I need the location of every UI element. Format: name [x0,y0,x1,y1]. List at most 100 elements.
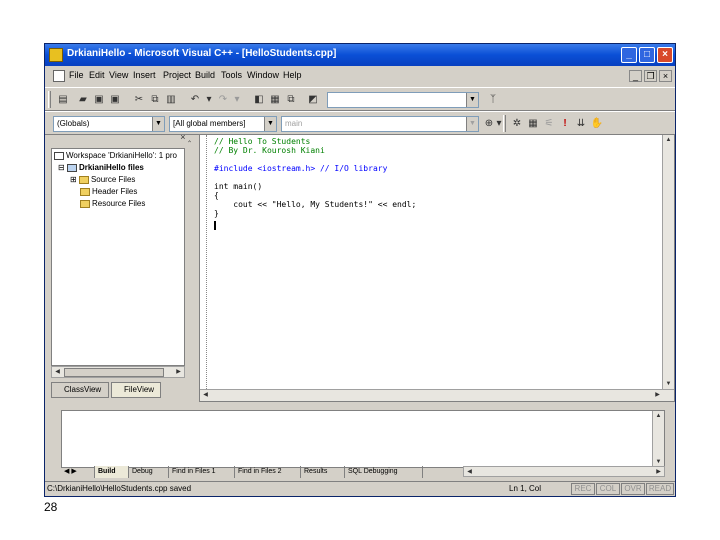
members-combo-value: [All global members] [173,119,246,128]
output-tabs: ◀ ▶ Build Debug Find in Files 1 Find in … [61,466,461,478]
scroll-up-icon[interactable]: ▲ [653,411,664,421]
cut-icon[interactable]: ✂ [131,92,147,107]
minimize-button[interactable]: _ [621,47,637,63]
folder-icon [78,175,89,184]
stop-build-icon[interactable]: ⚟ [541,116,557,131]
scroll-left-icon[interactable]: ◀ [464,467,475,477]
code-line: int main() [214,182,263,191]
scrollbar-thumb[interactable] [64,368,164,377]
workspace-toggle-icon[interactable]: ◧ [251,92,267,107]
new-file-icon[interactable]: ▤ [55,92,71,107]
scroll-right-icon[interactable]: ▶ [652,390,663,400]
go-icon[interactable]: ⇊ [573,116,589,131]
find-icon[interactable]: ᛉ [485,92,501,107]
document-icon[interactable] [53,70,65,82]
window-list-icon[interactable]: ⧉ [283,92,299,107]
scroll-down-icon[interactable]: ▼ [663,379,674,389]
title-bar[interactable]: DrkianiHello - Microsoft Visual C++ - [H… [45,44,675,66]
menu-project[interactable]: Project [163,70,191,80]
tab-classview[interactable]: ClassView [51,382,109,398]
tab-sql-debugging[interactable]: SQL Debugging [345,466,423,478]
tab-find-in-files-1[interactable]: Find in Files 1 [169,466,235,478]
mdi-minimize-button[interactable]: _ [629,70,642,82]
tab-find-in-files-2[interactable]: Find in Files 2 [235,466,301,478]
close-button[interactable]: × [657,47,673,63]
workspace-horizontal-scrollbar[interactable]: ◀ ▶ [51,366,185,378]
read-indicator: READ [646,483,674,495]
chevron-down-icon[interactable]: ▼ [466,117,478,131]
menu-window[interactable]: Window [247,70,279,80]
editor-vertical-scrollbar[interactable]: ▲ ▼ [662,135,674,391]
slide-number: 28 [44,500,58,514]
maximize-button[interactable]: □ [639,47,655,63]
tree-item-resource-files[interactable]: Resource Files [80,199,145,208]
code-editor[interactable]: // Hello To Students // By Dr. Kourosh K… [199,134,675,402]
scroll-left-icon[interactable]: ◀ [200,390,211,400]
scroll-right-icon[interactable]: ▶ [173,367,184,377]
tree-item-header-files[interactable]: Header Files [80,187,137,196]
code-line: // Hello To Students [214,137,311,146]
compile-icon[interactable]: ✲ [509,116,525,131]
tab-label: FileView [124,385,155,394]
scroll-left-icon[interactable]: ◀ [52,367,63,377]
status-message: C:\DrkianiHello\HelloStudents.cpp saved [47,484,192,493]
chevron-down-icon[interactable]: ▼ [264,117,276,131]
output-horizontal-scrollbar[interactable]: ◀ ▶ [463,466,665,477]
mdi-close-button[interactable]: × [659,70,672,82]
standard-toolbar: ▤ ▰ ▣ ▣ ✂ ⧉ ▥ ↶ ▾ ↷ ▾ ◧ ▦ ⧉ ◩ ▼ ᛉ [45,87,675,111]
tab-label: ClassView [64,385,102,394]
members-combo[interactable]: [All global members] ▼ [169,116,277,132]
save-all-icon[interactable]: ▣ [107,92,123,107]
output-vertical-scrollbar[interactable]: ▲ ▼ [652,411,664,467]
workspace-icon [54,151,64,160]
menu-file[interactable]: File [69,70,84,80]
toolbar-grip[interactable] [503,115,506,132]
copy-icon[interactable]: ⧉ [147,92,163,107]
workspace-close-icon[interactable]: × ‸ [180,132,191,143]
status-bar: C:\DrkianiHello\HelloStudents.cpp saved … [45,481,675,496]
menu-insert[interactable]: Insert [133,70,156,80]
tree-item-label: Workspace 'DrkianiHello': 1 pro [66,151,177,160]
breakpoint-icon[interactable]: ✋ [589,116,605,131]
output-window[interactable]: ▲ ▼ [61,410,665,468]
collapse-icon[interactable]: ⊟ [58,163,67,172]
workspace-tree: Workspace 'DrkianiHello': 1 pro ⊟ Drkian… [51,148,185,366]
save-icon[interactable]: ▣ [91,92,107,107]
paste-icon[interactable]: ▥ [163,92,179,107]
function-combo-value: main [285,119,303,128]
redo-dropdown-icon[interactable]: ▾ [229,92,245,107]
tab-results[interactable]: Results [301,466,345,478]
tree-item-workspace[interactable]: Workspace 'DrkianiHello': 1 pro [54,151,177,160]
code-line: // By Dr. Kourosh Kiani [214,146,325,155]
toolbar-grip[interactable] [48,91,51,108]
tree-item-project[interactable]: ⊟ DrkianiHello files [58,163,144,172]
find-combo[interactable]: ▼ [327,92,479,108]
find-in-files-icon[interactable]: ◩ [305,92,321,107]
scope-combo[interactable]: (Globals) ▼ [53,116,165,132]
tab-scroll-arrows[interactable]: ◀ ▶ [61,466,95,478]
expand-icon[interactable]: ⊞ [70,175,79,184]
menu-bar: File Edit View Insert Project Build Tool… [45,67,675,85]
execute-icon[interactable]: ! [557,116,573,131]
chevron-down-icon[interactable]: ▼ [152,117,164,131]
tab-debug[interactable]: Debug [129,466,169,478]
open-folder-icon[interactable]: ▰ [75,92,91,107]
output-toggle-icon[interactable]: ▦ [267,92,283,107]
rec-indicator: REC [571,483,595,495]
menu-tools[interactable]: Tools [221,70,242,80]
menu-edit[interactable]: Edit [89,70,105,80]
ovr-indicator: OVR [621,483,645,495]
mdi-restore-button[interactable]: ❐ [644,70,657,82]
tab-build[interactable]: Build [95,466,129,478]
chevron-down-icon[interactable]: ▼ [466,93,478,107]
scroll-up-icon[interactable]: ▲ [663,135,674,145]
menu-help[interactable]: Help [283,70,302,80]
tree-item-source-files[interactable]: ⊞ Source Files [70,175,135,184]
menu-view[interactable]: View [109,70,128,80]
tab-fileview[interactable]: FileView [111,382,161,398]
build-icon[interactable]: ▦ [525,116,541,131]
editor-horizontal-scrollbar[interactable]: ◀ ▶ [200,389,674,401]
menu-build[interactable]: Build [195,70,215,80]
function-combo[interactable]: main ▼ [281,116,479,132]
scroll-right-icon[interactable]: ▶ [653,467,664,477]
